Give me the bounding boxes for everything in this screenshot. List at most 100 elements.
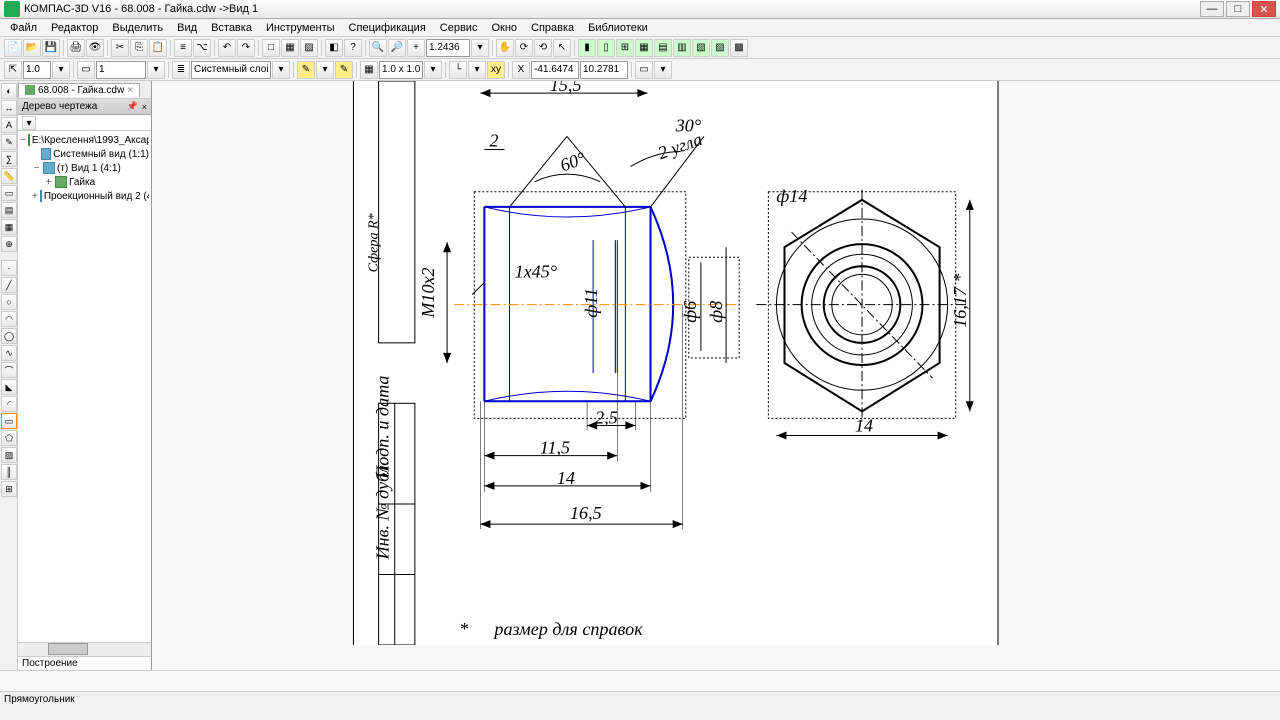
menu-view[interactable]: Вид bbox=[171, 21, 203, 35]
zoom-input[interactable] bbox=[426, 39, 470, 57]
tool-btn-2[interactable]: ▦ bbox=[281, 39, 299, 57]
menu-service[interactable]: Сервис bbox=[434, 21, 484, 35]
new-button[interactable]: 📄 bbox=[4, 39, 22, 57]
close-button[interactable]: ✕ bbox=[1252, 1, 1276, 17]
vtool-line-icon[interactable]: ╱ bbox=[1, 277, 17, 293]
undo-button[interactable]: ↶ bbox=[218, 39, 236, 57]
vtool-measure-icon[interactable]: 📏 bbox=[1, 168, 17, 184]
snap-btn-9[interactable]: ▩ bbox=[730, 39, 748, 57]
vtool-hatch-icon[interactable]: ▨ bbox=[1, 447, 17, 463]
menu-file[interactable]: Файл bbox=[4, 21, 43, 35]
props-button[interactable]: ≡ bbox=[174, 39, 192, 57]
cut-button[interactable]: ✂ bbox=[111, 39, 129, 57]
menu-tools[interactable]: Инструменты bbox=[260, 21, 341, 35]
copy-button[interactable]: ⎘ bbox=[130, 39, 148, 57]
step-dropdown[interactable]: ▾ bbox=[424, 61, 442, 79]
coord-x-input[interactable] bbox=[531, 61, 579, 79]
vtool-equid-icon[interactable]: ║ bbox=[1, 464, 17, 480]
vtool-ellipse-icon[interactable]: ◯ bbox=[1, 328, 17, 344]
vtool-chamfer-icon[interactable]: ◣ bbox=[1, 379, 17, 395]
vtool-geometry-icon[interactable]: ◐ bbox=[1, 83, 17, 99]
tool-btn-4[interactable]: ◧ bbox=[325, 39, 343, 57]
menu-insert[interactable]: Вставка bbox=[205, 21, 258, 35]
print-button[interactable]: 🖨 bbox=[67, 39, 85, 57]
tree-projview[interactable]: + Проекционный вид 2 (4:1) bbox=[20, 189, 149, 203]
coord-button[interactable]: xy bbox=[487, 61, 505, 79]
highlight-btn-1[interactable]: ✎ bbox=[297, 61, 315, 79]
zoom-window-button[interactable]: 🔎 bbox=[388, 39, 406, 57]
misc-btn-2[interactable]: ▾ bbox=[654, 61, 672, 79]
snap-btn-4[interactable]: ▦ bbox=[635, 39, 653, 57]
highlight-btn-2[interactable]: ✎ bbox=[335, 61, 353, 79]
vtool-circle-icon[interactable]: ○ bbox=[1, 294, 17, 310]
refresh-button[interactable]: ⟲ bbox=[534, 39, 552, 57]
save-button[interactable]: 💾 bbox=[42, 39, 60, 57]
vars-button[interactable]: ⌥ bbox=[193, 39, 211, 57]
tree-config-icon[interactable]: ▾ bbox=[22, 116, 36, 130]
vtool-edit-icon[interactable]: ✎ bbox=[1, 134, 17, 150]
menu-editor[interactable]: Редактор bbox=[45, 21, 104, 35]
layer-input[interactable] bbox=[191, 61, 271, 79]
view-num-input[interactable] bbox=[96, 61, 146, 79]
vtool-dim-icon[interactable]: ↔ bbox=[1, 100, 17, 116]
tree-view1[interactable]: − (т) Вид 1 (4:1) bbox=[20, 161, 149, 175]
menu-help[interactable]: Справка bbox=[525, 21, 580, 35]
vtool-param-icon[interactable]: ∑ bbox=[1, 151, 17, 167]
rotate-button[interactable]: ⟳ bbox=[515, 39, 533, 57]
vtool-curve-icon[interactable]: ⌒ bbox=[1, 362, 17, 378]
expand-icon[interactable]: + bbox=[32, 191, 38, 202]
drawing-canvas[interactable]: Подп. и дата Инв. № дубл. bbox=[152, 81, 1280, 670]
snap-btn-5[interactable]: ▤ bbox=[654, 39, 672, 57]
help-button[interactable]: ? bbox=[344, 39, 362, 57]
snap-btn-1[interactable]: ▮ bbox=[578, 39, 596, 57]
view-icon[interactable]: ▭ bbox=[77, 61, 95, 79]
panel-close-icon[interactable]: × bbox=[142, 102, 147, 112]
coord-y-input[interactable] bbox=[580, 61, 628, 79]
step-input[interactable] bbox=[379, 61, 423, 79]
vtool-spec-icon[interactable]: ▤ bbox=[1, 202, 17, 218]
tree-gaika[interactable]: + Гайка bbox=[20, 175, 149, 189]
pin-icon[interactable]: 📌 bbox=[127, 101, 138, 112]
zoom-dropdown[interactable]: ▾ bbox=[471, 39, 489, 57]
vtool-poly-icon[interactable]: ⬠ bbox=[1, 430, 17, 446]
expand-icon[interactable]: − bbox=[20, 135, 26, 146]
minimize-button[interactable]: — bbox=[1200, 1, 1224, 17]
highlight-drop-1[interactable]: ▾ bbox=[316, 61, 334, 79]
tool-btn-3[interactable]: ▨ bbox=[300, 39, 318, 57]
command-panel[interactable] bbox=[0, 670, 1280, 692]
snap-btn-2[interactable]: ▯ bbox=[597, 39, 615, 57]
vtool-report-icon[interactable]: ▦ bbox=[1, 219, 17, 235]
ortho-drop[interactable]: ▾ bbox=[468, 61, 486, 79]
scale-icon[interactable]: ⇱ bbox=[4, 61, 22, 79]
scale-dropdown[interactable]: ▾ bbox=[52, 61, 70, 79]
cursor-button[interactable]: ↖ bbox=[553, 39, 571, 57]
vtool-fillet-icon[interactable]: ◜ bbox=[1, 396, 17, 412]
pan-button[interactable]: ✋ bbox=[496, 39, 514, 57]
snap-btn-8[interactable]: ▨ bbox=[711, 39, 729, 57]
vtool-point-icon[interactable]: · bbox=[1, 260, 17, 276]
vtool-collect-icon[interactable]: ⊞ bbox=[1, 481, 17, 497]
tree-sysview[interactable]: Системный вид (1:1) bbox=[20, 147, 149, 161]
view-dropdown[interactable]: ▾ bbox=[147, 61, 165, 79]
zoom-in-button[interactable]: + bbox=[407, 39, 425, 57]
menu-window[interactable]: Окно bbox=[485, 21, 523, 35]
redo-button[interactable]: ↷ bbox=[237, 39, 255, 57]
vtool-select-icon[interactable]: ▭ bbox=[1, 185, 17, 201]
menu-libs[interactable]: Библиотеки bbox=[582, 21, 654, 35]
doc-tab-close-icon[interactable]: × bbox=[127, 85, 133, 96]
vtool-spline-icon[interactable]: ∿ bbox=[1, 345, 17, 361]
vtool-text-icon[interactable]: A bbox=[1, 117, 17, 133]
grid-button[interactable]: ▦ bbox=[360, 61, 378, 79]
vtool-arc-icon[interactable]: ◠ bbox=[1, 311, 17, 327]
doc-tab[interactable]: 68.008 - Гайка.cdw × bbox=[18, 83, 140, 97]
paste-button[interactable]: 📋 bbox=[149, 39, 167, 57]
expand-icon[interactable]: + bbox=[44, 177, 53, 188]
maximize-button[interactable]: □ bbox=[1226, 1, 1250, 17]
ortho-button[interactable]: └ bbox=[449, 61, 467, 79]
vtool-insert-icon[interactable]: ⊕ bbox=[1, 236, 17, 252]
misc-btn-1[interactable]: ▭ bbox=[635, 61, 653, 79]
menu-spec[interactable]: Спецификация bbox=[343, 21, 432, 35]
layer-icon[interactable]: ≣ bbox=[172, 61, 190, 79]
snap-btn-7[interactable]: ▧ bbox=[692, 39, 710, 57]
snap-btn-6[interactable]: ▥ bbox=[673, 39, 691, 57]
